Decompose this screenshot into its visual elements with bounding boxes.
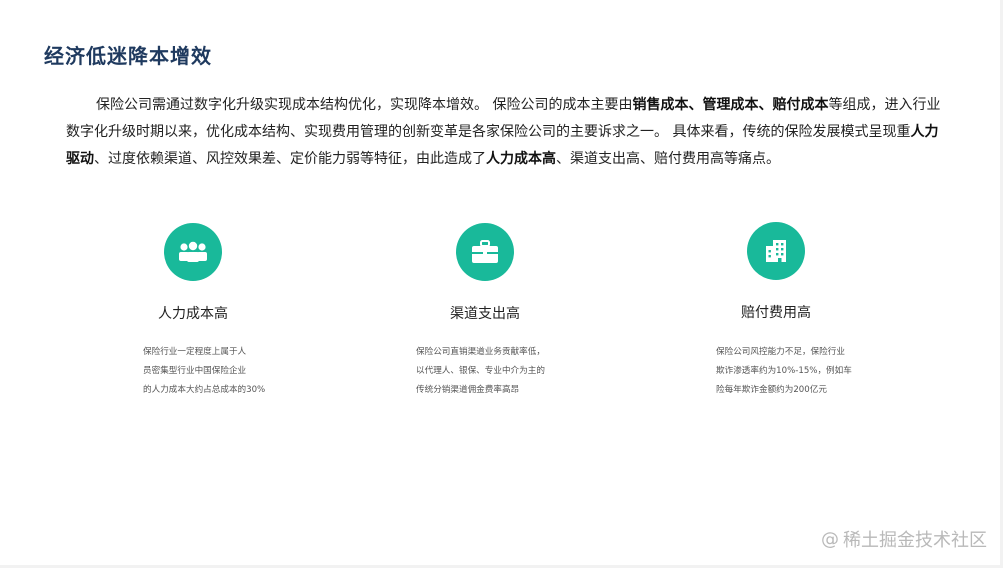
slide: 经济低迷降本增效 保险公司需通过数字化升级实现成本结构优化，实现降本增效。 保险… (0, 0, 1000, 565)
description-line: 欺诈渗透率约为10%-15%，例如车 (716, 366, 852, 376)
intro-emphasis: 人力成本高 (486, 151, 556, 167)
description-line: 保险公司风控能力不足，保险行业 (716, 347, 845, 357)
building-icon (747, 222, 805, 280)
card-description: 保险公司直销渠道业务贡献率低， 以代理人、银保、专业中介为主的 传统分销渠道佣金… (416, 343, 545, 400)
card-description: 保险公司风控能力不足，保险行业 欺诈渗透率约为10%-15%，例如车 险每年欺诈… (716, 343, 852, 400)
description-line: 传统分销渠道佣金费率高昂 (416, 385, 520, 395)
description-line: 保险行业一定程度上属于人 (143, 347, 247, 357)
card-claims-cost: 赔付费用高 (656, 222, 896, 322)
page-title: 经济低迷降本增效 (44, 44, 212, 68)
card-description: 保险行业一定程度上属于人 员密集型行业中国保险企业 的人力成本大约占总成本的30… (143, 343, 265, 400)
description-line: 以代理人、银保、专业中介为主的 (416, 366, 545, 376)
intro-text: 、渠道支出高、赔付费用高等痛点。 (556, 151, 780, 167)
intro-text: 保险公司需通过数字化升级实现成本结构优化，实现降本增效。 保险公司的成本主要由 (96, 97, 633, 113)
card-title: 人力成本高 (158, 306, 228, 322)
intro-paragraph: 保险公司需通过数字化升级实现成本结构优化，实现降本增效。 保险公司的成本主要由销… (66, 92, 950, 173)
description-line: 保险公司直销渠道业务贡献率低， (416, 347, 545, 357)
description-line: 的人力成本大约占总成本的30% (143, 385, 266, 395)
intro-text: 、过度依赖渠道、风控效果差、定价能力弱等特征，由此造成了 (94, 151, 486, 167)
people-icon (164, 223, 222, 281)
card-channel-cost: 渠道支出高 (365, 223, 605, 323)
card-title: 渠道支出高 (450, 306, 520, 322)
watermark-text: 稀土掘金技术社区 (843, 530, 987, 551)
watermark: @ 稀土掘金技术社区 (821, 526, 987, 552)
at-sign: @ (821, 528, 839, 550)
description-line: 险每年欺诈金额约为200亿元 (716, 385, 827, 395)
card-labor-cost: 人力成本高 (73, 223, 313, 323)
intro-emphasis: 销售成本、管理成本、赔付成本 (632, 97, 829, 113)
card-title: 赔付费用高 (741, 305, 811, 321)
briefcase-icon (456, 223, 514, 281)
description-line: 员密集型行业中国保险企业 (143, 366, 247, 376)
